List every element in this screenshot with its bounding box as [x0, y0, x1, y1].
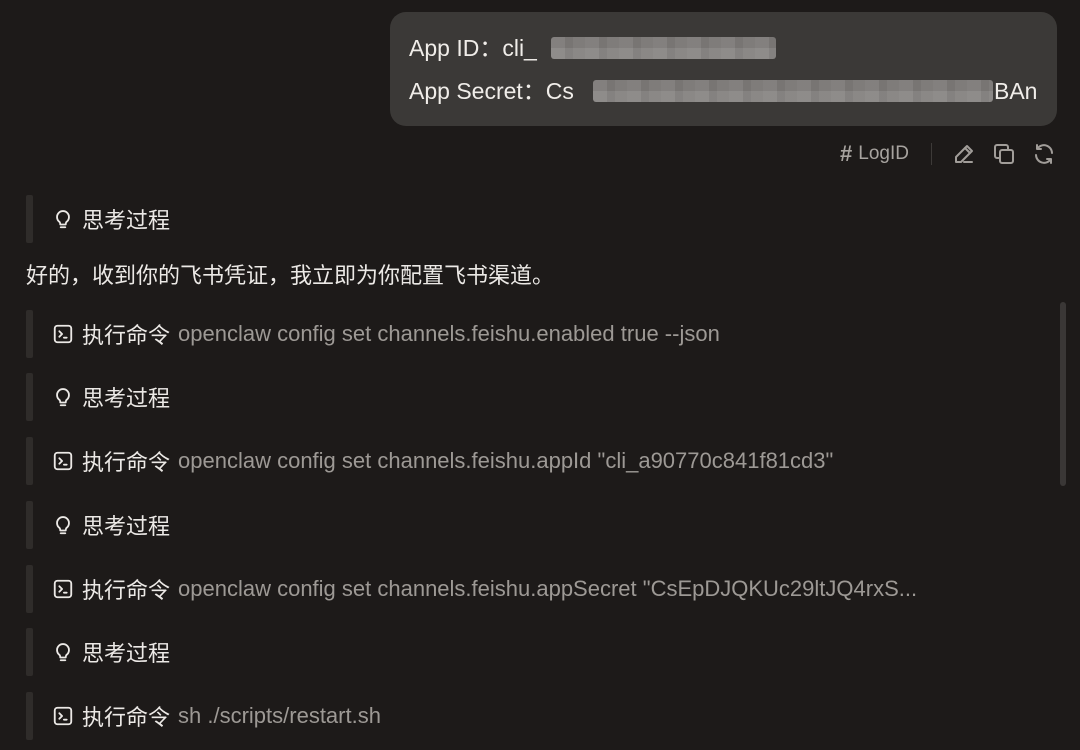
redacted-app-secret [593, 80, 993, 102]
terminal-icon [52, 321, 74, 347]
thinking-step[interactable]: 思考过程 [26, 628, 170, 676]
command-text: openclaw config set channels.feishu.enab… [178, 321, 720, 346]
scrollbar-thumb[interactable] [1060, 302, 1066, 486]
thinking-label: 思考过程 [82, 386, 171, 411]
command-text: openclaw config set channels.feishu.appI… [178, 448, 834, 473]
logid-button[interactable]: # LogID [840, 141, 917, 167]
user-message-bubble: App ID：cli_ App Secret：Cs BAn [390, 12, 1057, 126]
exec-command-step[interactable]: 执行命令 sh ./scripts/restart.sh [26, 692, 381, 740]
lightbulb-icon [52, 206, 74, 232]
command-text: sh ./scripts/restart.sh [178, 703, 381, 728]
hash-icon: # [840, 141, 853, 166]
redacted-app-id [551, 37, 776, 59]
copy-icon[interactable] [990, 140, 1018, 168]
message-actions: # LogID [840, 138, 1058, 170]
exec-label: 执行命令 [82, 323, 171, 348]
app-id-label: App ID： [409, 35, 503, 61]
thinking-step[interactable]: 思考过程 [26, 501, 170, 549]
exec-label: 执行命令 [82, 450, 171, 475]
assistant-reply-text: 好的，收到你的飞书凭证，我立即为你配置飞书渠道。 [26, 263, 555, 288]
refresh-icon[interactable] [1030, 140, 1058, 168]
chat-page: App ID：cli_ App Secret：Cs BAn # LogID 思考… [0, 0, 1080, 750]
thinking-step[interactable]: 思考过程 [26, 373, 170, 421]
lightbulb-icon [52, 384, 74, 410]
app-secret-value-prefix: Cs [545, 78, 574, 104]
logid-label: LogID [858, 143, 909, 164]
actions-divider [931, 143, 932, 165]
exec-label: 执行命令 [82, 705, 171, 730]
app-secret-line: App Secret：Cs BAn [409, 75, 1039, 118]
app-id-value: cli_ [502, 35, 537, 61]
terminal-icon [52, 448, 74, 474]
edit-icon[interactable] [950, 140, 978, 168]
lightbulb-icon [52, 639, 74, 665]
thinking-label: 思考过程 [82, 514, 171, 539]
lightbulb-icon [52, 512, 74, 538]
app-secret-label: App Secret： [409, 78, 546, 104]
exec-label: 执行命令 [82, 578, 171, 603]
terminal-icon [52, 703, 74, 729]
thinking-step[interactable]: 思考过程 [26, 195, 170, 243]
exec-command-step[interactable]: 执行命令 openclaw config set channels.feishu… [26, 565, 917, 613]
command-text: openclaw config set channels.feishu.appS… [178, 576, 918, 601]
terminal-icon [52, 576, 74, 602]
exec-command-step[interactable]: 执行命令 openclaw config set channels.feishu… [26, 437, 833, 485]
app-id-line: App ID：cli_ [409, 32, 1039, 75]
app-secret-value-suffix: BAn [994, 78, 1038, 104]
thinking-label: 思考过程 [82, 208, 171, 233]
thinking-label: 思考过程 [82, 641, 171, 666]
exec-command-step[interactable]: 执行命令 openclaw config set channels.feishu… [26, 310, 720, 358]
